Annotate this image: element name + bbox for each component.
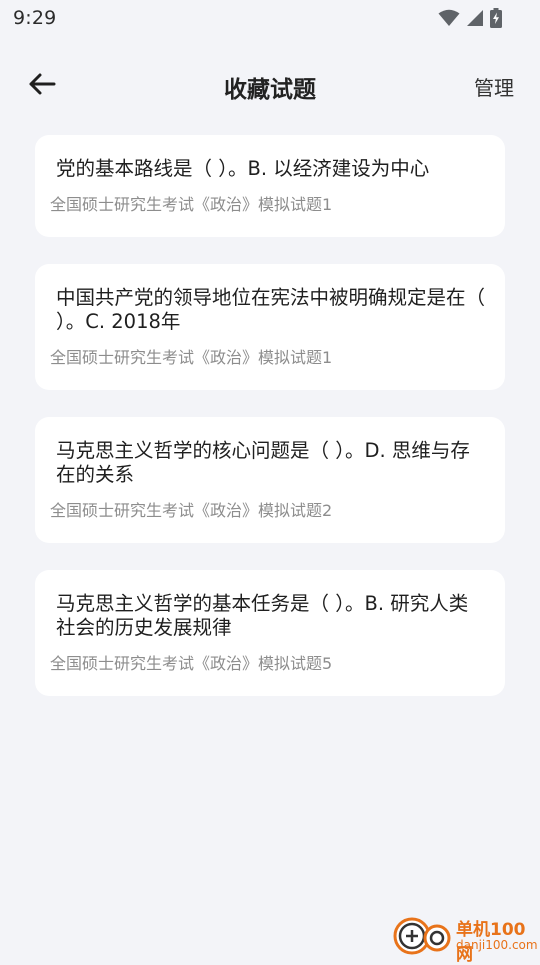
status-bar: 9:29 (0, 0, 540, 36)
question-text: 中国共产党的领导地位在宪法中被明确规定是在（ ）。C. 2018年 (56, 286, 486, 333)
battery-charging-icon (490, 8, 502, 28)
status-icons (438, 8, 502, 28)
watermark: 单机100网 danji100.com (390, 912, 540, 965)
question-text: 马克思主义哲学的基本任务是（ ）。B. 研究人类社会的历史发展规律 (56, 592, 469, 639)
question-text: 马克思主义哲学的核心问题是（ ）。D. 思维与存在的关系 (56, 439, 470, 486)
page-title: 收藏试题 (224, 77, 316, 103)
question-source: 全国硕士研究生考试《政治》模拟试题1 (50, 348, 333, 367)
question-card[interactable]: 中国共产党的领导地位在宪法中被明确规定是在（ ）。C. 2018年 全国硕士研究… (35, 264, 505, 390)
wifi-icon (438, 9, 460, 27)
question-source: 全国硕士研究生考试《政治》模拟试题5 (50, 654, 333, 673)
question-card[interactable]: 马克思主义哲学的核心问题是（ ）。D. 思维与存在的关系 全国硕士研究生考试《政… (35, 417, 505, 543)
question-card[interactable]: 党的基本路线是（ ）。B. 以经济建设为中心 全国硕士研究生考试《政治》模拟试题… (35, 135, 505, 237)
app-bar: 收藏试题 管理 (0, 56, 540, 118)
favorite-question-list: 党的基本路线是（ ）。B. 以经济建设为中心 全国硕士研究生考试《政治》模拟试题… (35, 135, 505, 723)
question-source: 全国硕士研究生考试《政治》模拟试题2 (50, 501, 333, 520)
question-text: 党的基本路线是（ ）。B. 以经济建设为中心 (56, 157, 430, 180)
question-card[interactable]: 马克思主义哲学的基本任务是（ ）。B. 研究人类社会的历史发展规律 全国硕士研究… (35, 570, 505, 696)
status-time: 9:29 (13, 7, 57, 29)
watermark-logo-icon (392, 914, 454, 962)
question-source: 全国硕士研究生考试《政治》模拟试题1 (50, 195, 333, 214)
watermark-domain: danji100.com (456, 938, 538, 952)
manage-button[interactable]: 管理 (474, 72, 514, 101)
cellular-signal-icon (466, 9, 484, 27)
